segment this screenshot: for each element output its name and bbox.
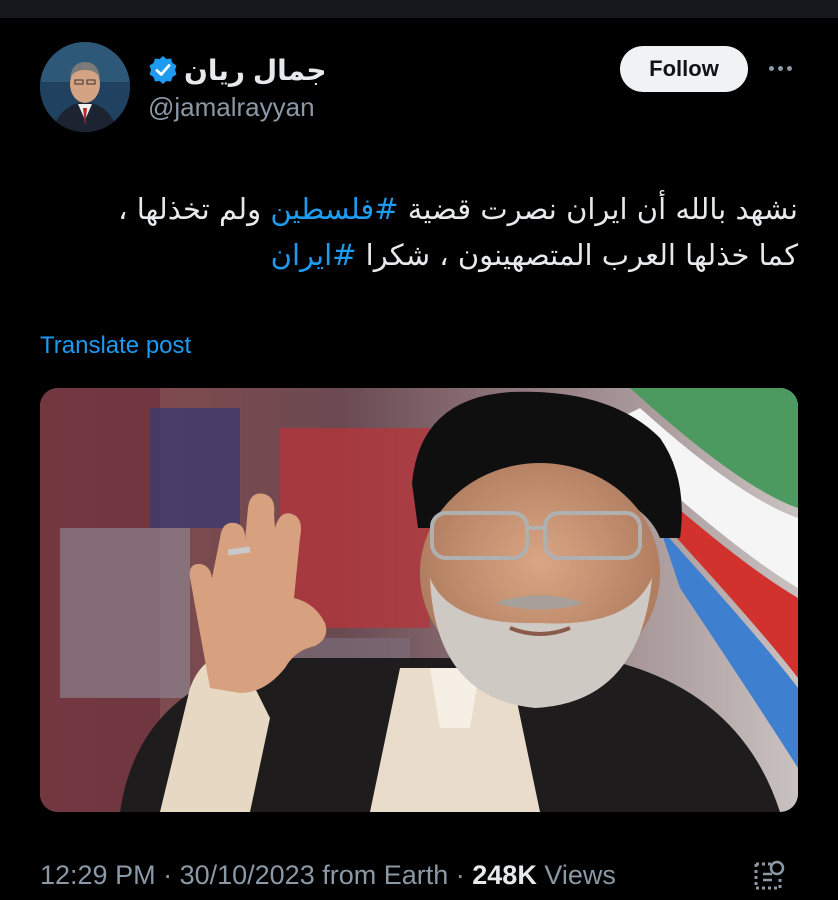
analytics-icon[interactable] <box>750 858 786 894</box>
verified-badge-icon <box>149 56 177 84</box>
avatar[interactable] <box>40 42 130 132</box>
more-dot <box>777 65 783 71</box>
more-dot <box>786 65 792 71</box>
tweet-text: نشهد بالله أن ايران نصرت قضية #فلسطين ول… <box>40 186 798 278</box>
meta-separator: · <box>448 860 473 890</box>
tweet-line-2: كما خذلها العرب المتصهينون ، شكرا #ايران <box>40 232 798 278</box>
hashtag-link-palestine[interactable]: #فلسطين <box>270 192 398 226</box>
tweet-time[interactable]: 12:29 PM <box>40 860 156 890</box>
translate-post-link[interactable]: Translate post <box>40 332 191 360</box>
tweet-text-segment: نشهد بالله أن ايران نصرت قضية <box>398 192 798 226</box>
author-handle[interactable]: @jamalrayyan <box>148 92 315 123</box>
hashtag-link-iran[interactable]: #ايران <box>271 238 357 272</box>
tweet-date[interactable]: 30/10/2023 <box>180 860 315 890</box>
tweet-source: from Earth <box>314 860 449 890</box>
more-dot <box>768 65 774 71</box>
meta-separator: · <box>155 860 180 890</box>
follow-button[interactable]: Follow <box>620 46 748 92</box>
author-name[interactable]: جمال ريان <box>148 52 327 88</box>
tweet-text-segment: ولم تخذلها ، <box>118 192 271 226</box>
avatar-image <box>40 42 130 132</box>
status-bar-strip <box>0 0 838 18</box>
views-count: 248K <box>472 860 537 890</box>
views-label: Views <box>536 860 616 890</box>
more-options-icon[interactable] <box>760 50 800 86</box>
tweet-line-1: نشهد بالله أن ايران نصرت قضية #فلسطين ول… <box>40 186 798 232</box>
tweet-text-segment: كما خذلها العرب المتصهينون ، شكرا <box>356 238 798 272</box>
photo-image <box>40 388 798 812</box>
author-display-name[interactable]: جمال ريان <box>184 54 327 87</box>
tweet-meta: 12:29 PM · 30/10/2023 from Earth · 248K … <box>40 860 616 891</box>
tweet-media-photo[interactable] <box>40 388 798 812</box>
